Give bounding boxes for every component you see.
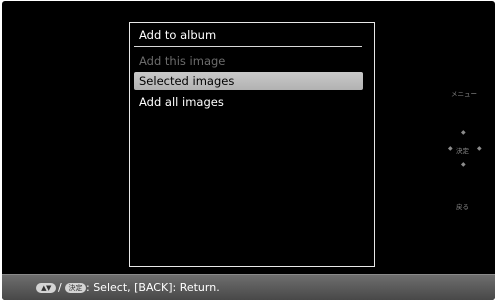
status-separator: / xyxy=(58,281,62,294)
menu-key-label: メニュー xyxy=(451,90,477,98)
status-help-text: : Select, [BACK]: Return. xyxy=(86,281,220,294)
add-to-album-dialog: Add to album Add this image Selected ima… xyxy=(129,22,375,267)
status-bar: ▲▼ / 決定 : Select, [BACK]: Return. xyxy=(2,274,495,300)
menu-item-add-this-image: Add this image xyxy=(139,54,226,68)
dpad-up-dot-icon: ◆ xyxy=(461,129,466,136)
up-down-arrows-icon: ▲▼ xyxy=(36,283,56,293)
enter-key-label: 決定 xyxy=(456,147,469,155)
back-key-label: 戻る xyxy=(456,203,469,211)
menu-item-add-all-images[interactable]: Add all images xyxy=(134,93,363,111)
title-divider xyxy=(134,46,362,47)
dpad-down-dot-icon: ◆ xyxy=(461,161,466,168)
device-screen: Add to album Add this image Selected ima… xyxy=(2,1,495,300)
menu-item-selected-images[interactable]: Selected images xyxy=(134,72,363,90)
dpad-right-dot-icon: ◆ xyxy=(477,145,482,152)
dialog-title: Add to album xyxy=(139,28,217,42)
enter-button-icon: 決定 xyxy=(65,283,86,293)
dpad-left-dot-icon: ◆ xyxy=(448,145,453,152)
